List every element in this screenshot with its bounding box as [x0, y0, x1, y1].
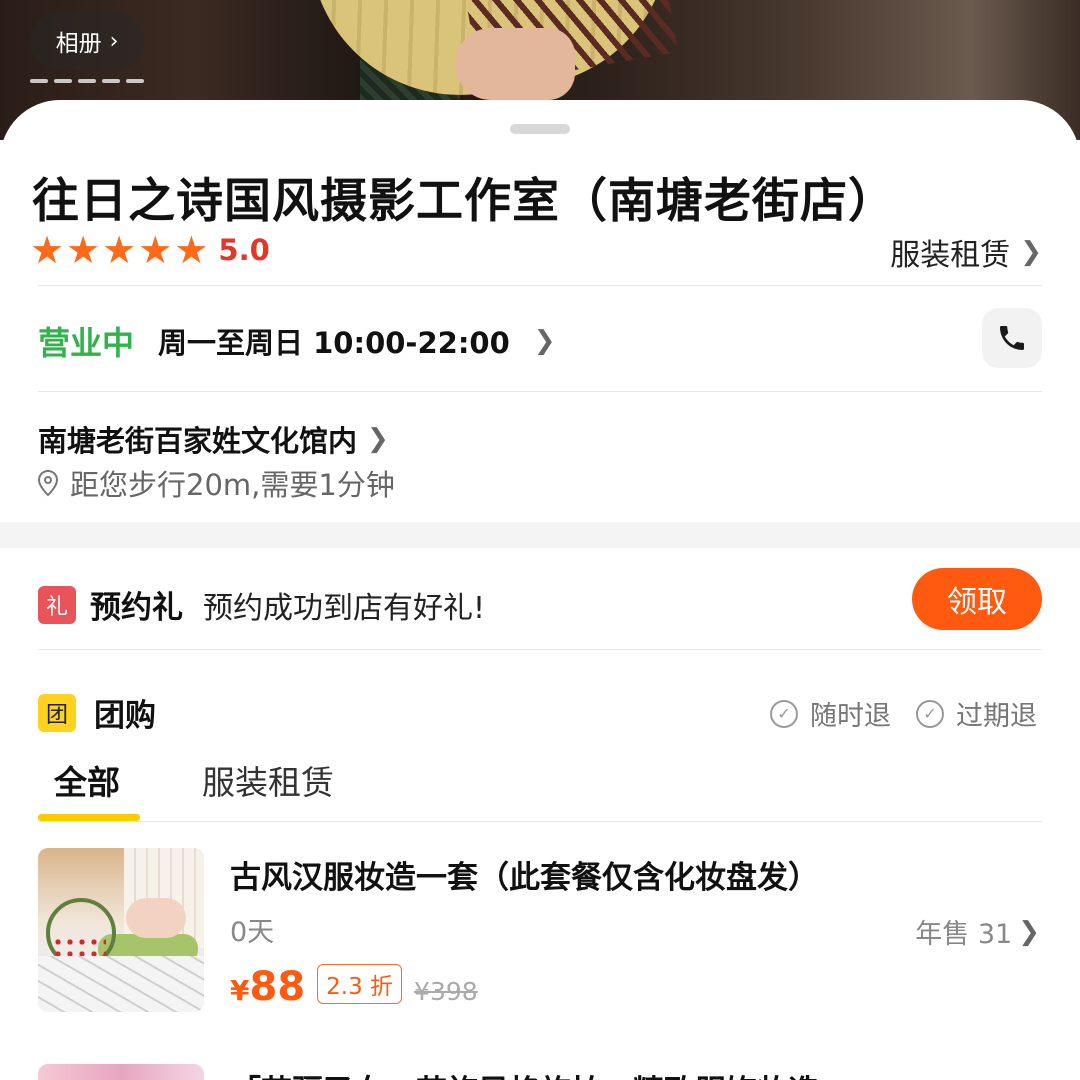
- divider: [38, 649, 1042, 650]
- divider: [38, 391, 1042, 392]
- original-price: ¥398: [414, 977, 478, 1006]
- pager-dot: [126, 79, 144, 83]
- shop-name: 往日之诗国风摄影工作室（南塘老街店）: [32, 174, 896, 229]
- pager-dot: [54, 79, 72, 83]
- divider: [38, 285, 1042, 286]
- gift-title: 预约礼: [90, 590, 183, 626]
- check-circle-icon: ✓: [916, 699, 944, 728]
- thumb-model: [126, 898, 186, 938]
- phone-button[interactable]: [982, 308, 1042, 368]
- chevron-right-icon: ›: [109, 28, 119, 54]
- shop-detail-sheet: 往日之诗国风摄影工作室（南塘老街店） ★ ★ ★ ★ ★ 5.0 服装租赁 ❯ …: [0, 100, 1080, 1080]
- claim-button[interactable]: 领取: [912, 568, 1042, 630]
- business-hours: 周一至周日 10:00-22:00: [158, 326, 510, 360]
- group-title: 团购: [94, 698, 156, 734]
- group-buy-header: 团 团购: [38, 690, 156, 735]
- booking-gift-row: 礼 预约礼 预约成功到店有好礼!: [38, 582, 485, 627]
- policy-label: 过期退: [956, 701, 1037, 732]
- phone-icon: [1000, 326, 1024, 350]
- open-status: 营业中: [38, 324, 135, 362]
- chevron-right-icon: ❯: [1018, 916, 1040, 947]
- deal-title[interactable]: 古风汉服妆造一套（此套餐仅含化妆盘发）: [230, 852, 819, 897]
- tab-all[interactable]: 全部: [54, 756, 120, 804]
- chevron-right-icon: ❯: [367, 424, 389, 454]
- rating-row: ★ ★ ★ ★ ★ 5.0: [30, 230, 270, 270]
- star-icon: ★: [174, 228, 209, 272]
- deal-title[interactable]: 「苗疆圣女」苗族风格旅拍，精致服饰妆造: [230, 1066, 819, 1080]
- location-pin-icon: [37, 469, 59, 497]
- gift-badge: 礼: [38, 585, 76, 624]
- policy-label: 随时退: [810, 701, 891, 732]
- price-value: 88: [249, 964, 306, 1010]
- pager-dot: [30, 79, 48, 83]
- check-circle-icon: ✓: [770, 699, 798, 728]
- divider: [38, 821, 1042, 822]
- address-link[interactable]: 南塘老街百家姓文化馆内 ❯: [38, 418, 389, 460]
- deal-thumbnail[interactable]: [38, 1064, 204, 1080]
- chevron-right-icon: ❯: [1020, 237, 1042, 267]
- price-currency: ¥: [230, 974, 250, 1007]
- sheet-grabber[interactable]: [510, 124, 570, 134]
- photo-pager: [30, 79, 144, 83]
- deal-thumbnail[interactable]: [38, 848, 204, 1012]
- address-text: 南塘老街百家姓文化馆内: [38, 424, 358, 458]
- distance-row: 距您步行20m,需要1分钟: [36, 462, 395, 504]
- rating-score: 5.0: [218, 233, 270, 267]
- policy-refund-anytime: ✓ 随时退: [770, 694, 891, 733]
- active-tab-indicator: [38, 814, 140, 821]
- discount-badge: 2.3 折: [317, 964, 403, 1004]
- distance-text: 距您步行20m,需要1分钟: [70, 468, 395, 502]
- photo-hand: [455, 28, 575, 100]
- star-icon: ★: [30, 228, 65, 272]
- business-hours-row[interactable]: 营业中 周一至周日 10:00-22:00 ❯: [38, 318, 556, 364]
- chevron-right-icon: ❯: [533, 326, 556, 356]
- thumb-cloth: [38, 956, 204, 1012]
- album-label: 相册: [55, 31, 102, 57]
- deal-sales[interactable]: 年售 31 ❯: [915, 912, 1040, 951]
- gift-description: 预约成功到店有好礼!: [203, 590, 486, 626]
- album-button[interactable]: 相册 ›: [30, 12, 144, 70]
- pager-dot: [102, 79, 120, 83]
- star-icon: ★: [138, 228, 173, 272]
- group-badge: 团: [38, 693, 76, 732]
- star-icon: ★: [66, 228, 101, 272]
- category-link[interactable]: 服装租赁 ❯: [890, 230, 1042, 274]
- star-icon: ★: [102, 228, 137, 272]
- tab-costume-rental[interactable]: 服装租赁: [202, 756, 334, 804]
- deal-sales-text: 年售 31: [915, 919, 1013, 950]
- category-label: 服装租赁: [890, 238, 1011, 273]
- deal-days: 0天: [230, 917, 275, 948]
- pager-dot: [78, 79, 96, 83]
- price-row: ¥ 88 2.3 折 ¥398: [230, 964, 478, 1010]
- section-gap: [0, 522, 1080, 548]
- policy-refund-expired: ✓ 过期退: [916, 694, 1037, 733]
